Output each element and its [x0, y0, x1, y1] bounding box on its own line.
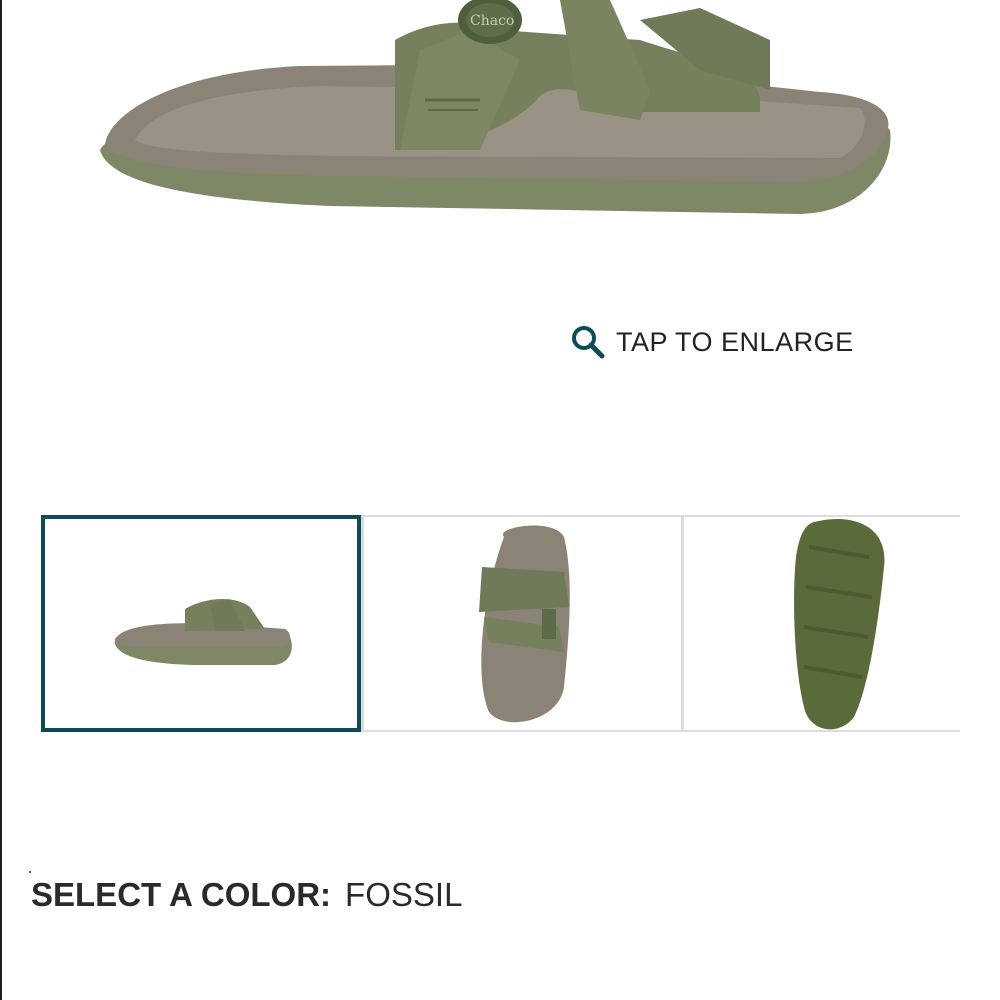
- tap-to-enlarge-label: TAP TO ENLARGE: [616, 326, 854, 357]
- decorative-dot: [29, 871, 31, 873]
- thumbnail-top-view[interactable]: [361, 517, 681, 730]
- thumbnail-sole-view[interactable]: [681, 517, 960, 730]
- thumbnail-side-view[interactable]: [41, 515, 361, 732]
- color-label: SELECT A COLOR:: [31, 876, 332, 913]
- svg-text:Chaco: Chaco: [470, 13, 514, 29]
- tap-to-enlarge-button[interactable]: TAP TO ENLARGE: [570, 322, 854, 362]
- selected-color-value: FOSSIL: [345, 876, 463, 913]
- thumbnail-strip: [41, 515, 960, 732]
- magnifier-icon: [570, 324, 606, 360]
- main-product-image[interactable]: Chaco: [0, 0, 1000, 250]
- color-selector[interactable]: SELECT A COLOR: FOSSIL: [31, 876, 462, 914]
- product-page: Chaco TAP TO ENLARGE SELECT A COLOR: FOS…: [0, 0, 1000, 1000]
